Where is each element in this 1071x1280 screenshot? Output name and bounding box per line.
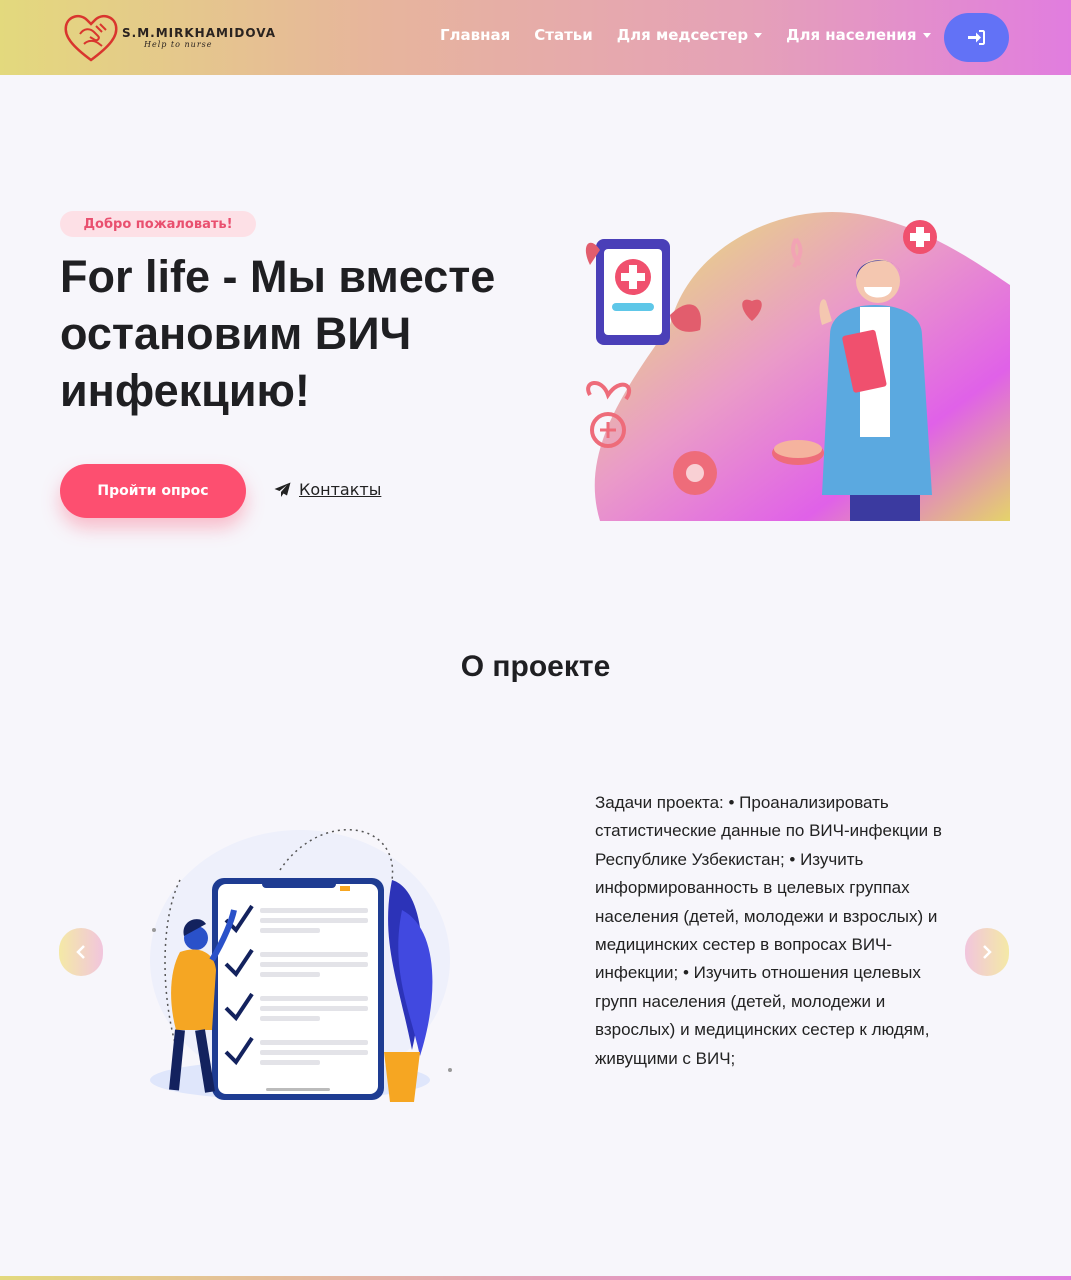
login-button[interactable] [944, 13, 1009, 62]
nav-item-for-population[interactable]: Для населения [786, 26, 931, 44]
nav-item-home[interactable]: Главная [440, 26, 510, 44]
contacts-link[interactable]: Контакты [274, 480, 381, 499]
brand-name: S.M.MIRKHAMIDOVA [122, 25, 276, 40]
hero-title: For life - Мы вместе остановим ВИЧ инфек… [60, 251, 496, 416]
heart-hands-logo-icon [64, 14, 118, 62]
carousel-prev-button[interactable] [59, 928, 103, 976]
main-nav: Главная Статьи Для медсестер Для населен… [440, 26, 931, 44]
nav-item-label: Статьи [534, 26, 593, 44]
about-section-text: Задачи проекта: • Проанализировать стати… [595, 793, 942, 1068]
navbar: S.M.MIRKHAMIDOVA Help to nurse Главная С… [0, 0, 1071, 75]
welcome-badge: Добро пожаловать! [60, 211, 256, 237]
contacts-link-label: Контакты [299, 480, 382, 499]
nav-item-label: Для медсестер [616, 26, 749, 44]
about-section-title: О проекте [460, 650, 611, 683]
nav-item-label: Для населения [786, 26, 917, 44]
sign-in-icon [968, 30, 985, 45]
nav-item-articles[interactable]: Статьи [534, 26, 593, 44]
nav-item-label: Главная [440, 26, 511, 44]
brand-tagline: Help to nurse [144, 39, 213, 49]
paper-plane-icon [274, 482, 291, 497]
caret-down-icon [922, 32, 931, 38]
footer-accent-line [0, 1276, 1071, 1280]
caret-down-icon [754, 32, 763, 38]
nav-item-for-nurses[interactable]: Для медсестер [616, 26, 763, 44]
chevron-left-icon [76, 945, 85, 959]
carousel-next-button[interactable] [965, 928, 1009, 976]
checklist-illustration [150, 828, 452, 1102]
take-survey-button[interactable]: Пройти опрос [60, 464, 246, 518]
chevron-right-icon [983, 945, 992, 959]
brand-logo-link[interactable]: S.M.MIRKHAMIDOVA Help to nurse [62, 10, 276, 64]
nurse-illustration [585, 211, 1010, 521]
